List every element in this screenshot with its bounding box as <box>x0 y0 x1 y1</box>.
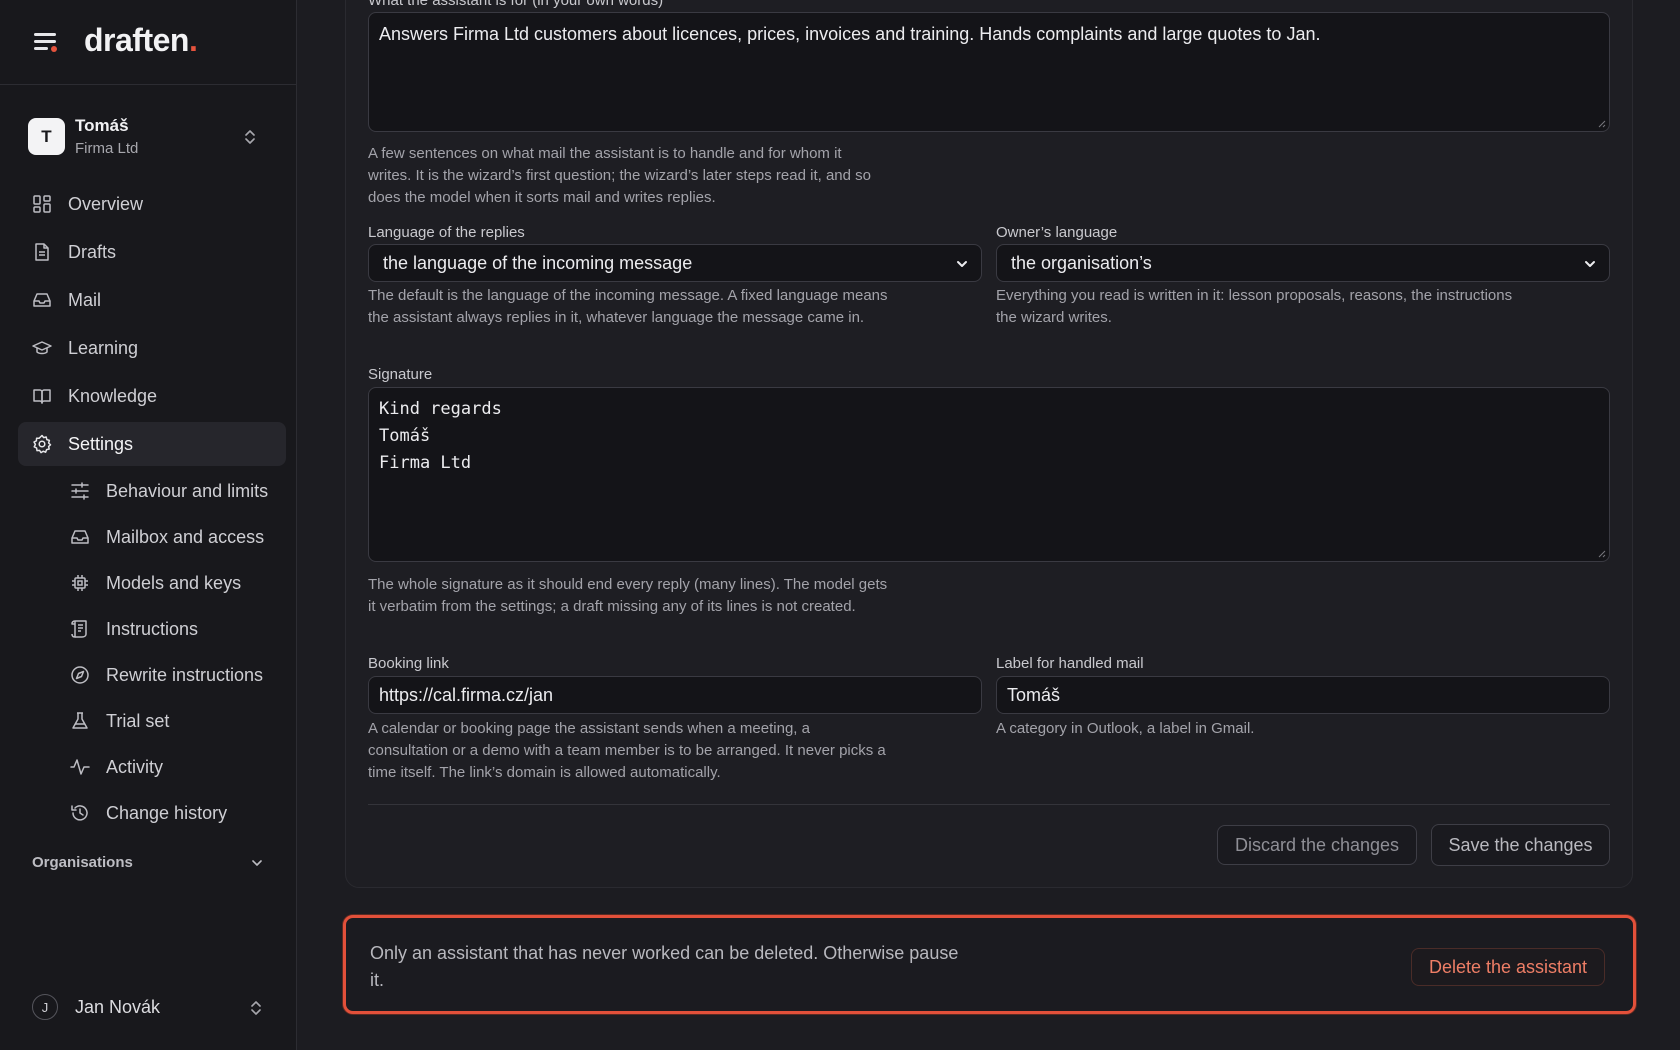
chevron-down-icon <box>252 860 262 866</box>
danger-zone-text: Only an assistant that has never worked … <box>370 943 959 990</box>
grid-icon <box>33 195 51 213</box>
nav-label: Learning <box>68 337 139 358</box>
inbox-icon <box>33 293 51 307</box>
sidebar-header: draften. <box>0 0 296 85</box>
user-name: Jan Novák <box>75 997 161 1017</box>
signature-line: Firma Ltd <box>379 453 472 473</box>
signature-textarea[interactable]: Kind regards Tomáš Firma Ltd <box>368 387 1610 562</box>
nav-label: Settings <box>68 433 134 454</box>
chevron-down-icon <box>957 261 967 267</box>
nav-sub-instructions[interactable]: Instructions <box>18 608 286 650</box>
form-divider <box>368 804 1610 805</box>
nav-sub-trial[interactable]: Trial set <box>18 700 286 742</box>
purpose-label: What the assistant is for (in your own w… <box>368 0 664 9</box>
booking-link-help: A calendar or booking page the assistant… <box>368 720 886 781</box>
nav-sub-activity[interactable]: Activity <box>18 746 286 788</box>
organisations-label: Organisations <box>32 854 133 871</box>
user-menu[interactable]: J Jan Novák <box>32 994 264 1022</box>
nav-label: Instructions <box>106 618 199 639</box>
sliders-icon <box>71 482 89 500</box>
main-nav: Overview Drafts Mail Learning Knowledge … <box>18 182 286 838</box>
nav-label: Activity <box>106 756 164 777</box>
chevron-updown-icon <box>251 1001 261 1015</box>
nav-label: Change history <box>106 802 228 823</box>
inbox-icon <box>71 530 89 544</box>
booking-link-label: Booking link <box>368 655 449 672</box>
graduation-cap-icon <box>32 341 52 355</box>
gear-icon <box>33 434 52 454</box>
user-avatar: J <box>32 994 58 1020</box>
resize-handle-icon[interactable] <box>1596 118 1606 128</box>
chevron-down-icon <box>1585 261 1595 267</box>
owner-language-select[interactable]: the organisation’s <box>996 244 1610 282</box>
document-icon <box>35 243 49 261</box>
activity-icon <box>70 759 90 775</box>
signature-label: Signature <box>368 366 433 383</box>
handled-label-input[interactable]: Tomáš <box>996 676 1610 714</box>
compass-icon <box>71 666 89 684</box>
chevron-updown-icon <box>245 130 255 144</box>
nav-sub-history[interactable]: Change history <box>18 792 286 834</box>
purpose-textarea[interactable]: Answers Firma Ltd customers about licenc… <box>368 12 1610 132</box>
nav-label: Models and keys <box>106 572 242 593</box>
nav-label: Overview <box>68 193 144 214</box>
nav-label: Drafts <box>68 241 117 262</box>
handled-label-value: Tomáš <box>1007 684 1061 705</box>
delete-assistant-button[interactable]: Delete the assistant <box>1411 948 1605 986</box>
nav-item-overview[interactable]: Overview <box>18 182 286 226</box>
signature-line: Kind regards <box>379 399 502 419</box>
app-logo[interactable]: draften. <box>84 22 198 59</box>
purpose-help: A few sentences on what mail the assista… <box>368 145 871 206</box>
nav-label: Mail <box>68 289 102 310</box>
signature-help: The whole signature as it should end eve… <box>368 576 888 615</box>
account-avatar: T <box>28 118 65 155</box>
scroll-icon <box>71 620 87 638</box>
nav-sub-rewrite[interactable]: Rewrite instructions <box>18 654 286 696</box>
reply-language-help: The default is the language of the incom… <box>368 287 888 326</box>
nav-item-learning[interactable]: Learning <box>18 326 286 370</box>
account-switcher[interactable]: T Tomáš Firma Ltd <box>28 116 278 166</box>
owner-language-value: the organisation’s <box>1011 252 1152 273</box>
booking-link-value: https://cal.firma.cz/jan <box>379 684 554 705</box>
account-name: Tomáš <box>75 116 129 135</box>
flask-icon <box>72 712 88 729</box>
nav-sub-behaviour[interactable]: Behaviour and limits <box>18 470 286 512</box>
nav-item-settings[interactable]: Settings <box>18 422 286 466</box>
nav-label: Rewrite instructions <box>106 664 264 685</box>
book-open-icon <box>33 389 51 404</box>
resize-handle-icon[interactable] <box>1596 548 1606 558</box>
discard-changes-button[interactable]: Discard the changes <box>1217 825 1417 865</box>
chip-icon <box>72 575 88 591</box>
reply-language-value: the language of the incoming message <box>383 252 693 273</box>
nav-label: Behaviour and limits <box>106 480 269 501</box>
reply-language-select[interactable]: the language of the incoming message <box>368 244 982 282</box>
handled-label-label: Label for handled mail <box>996 655 1144 672</box>
nav-item-knowledge[interactable]: Knowledge <box>18 374 286 418</box>
save-changes-button[interactable]: Save the changes <box>1431 824 1610 866</box>
purpose-value: Answers Firma Ltd customers about licenc… <box>379 24 1321 44</box>
booking-link-input[interactable]: https://cal.firma.cz/jan <box>368 676 982 714</box>
nav-label: Mailbox and access <box>106 526 265 547</box>
history-icon <box>71 805 88 821</box>
owner-language-label: Owner’s language <box>996 224 1118 241</box>
nav-label: Knowledge <box>68 385 158 406</box>
nav-sub-models[interactable]: Models and keys <box>18 562 286 604</box>
menu-icon[interactable] <box>32 30 60 54</box>
danger-zone: Only an assistant that has never worked … <box>343 915 1636 1014</box>
sidebar: draften. T Tomáš Firma Ltd Overview Draf… <box>0 0 297 1050</box>
nav-item-mail[interactable]: Mail <box>18 278 286 322</box>
account-org: Firma Ltd <box>75 140 139 157</box>
nav-item-drafts[interactable]: Drafts <box>18 230 286 274</box>
owner-language-help: Everything you read is written in it: le… <box>996 287 1513 326</box>
nav-label: Trial set <box>106 710 170 731</box>
handled-label-help: A category in Outlook, a label in Gmail. <box>996 720 1255 737</box>
nav-sub-mailbox[interactable]: Mailbox and access <box>18 516 286 558</box>
signature-line: Tomáš <box>379 426 431 446</box>
organisations-toggle[interactable]: Organisations <box>32 854 264 871</box>
reply-language-label: Language of the replies <box>368 224 525 241</box>
